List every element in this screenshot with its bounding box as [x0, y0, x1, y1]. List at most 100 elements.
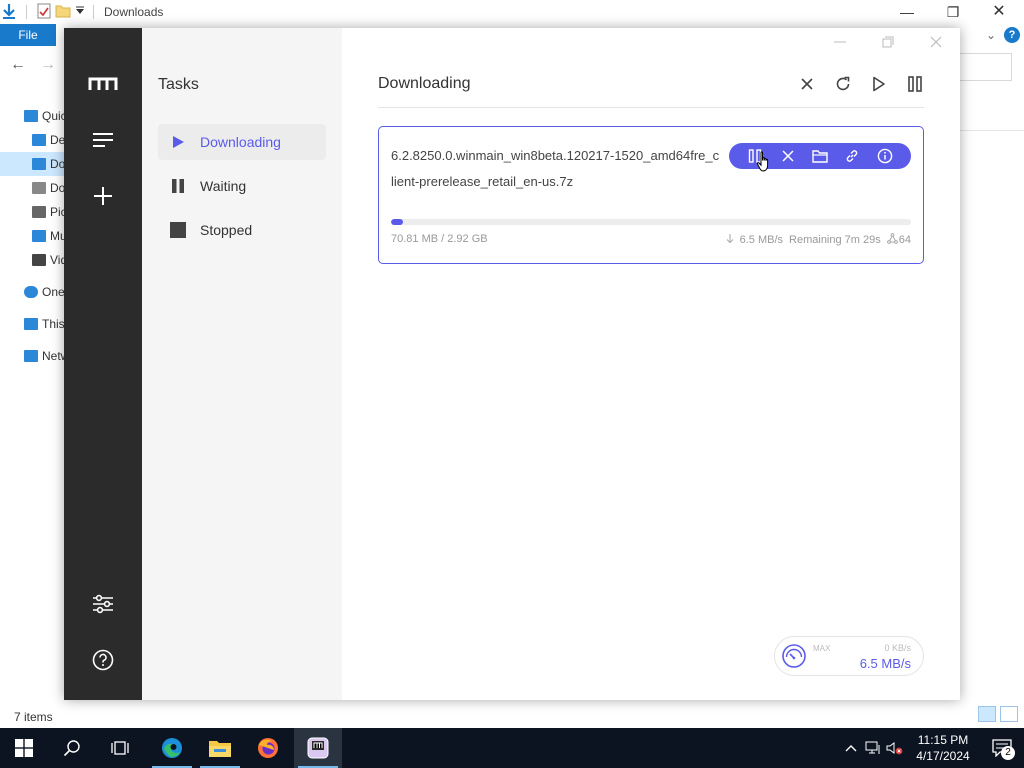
task-view-icon	[111, 741, 129, 755]
expand-ribbon-icon[interactable]: ⌄	[986, 28, 996, 42]
task-progress-bar	[391, 219, 911, 225]
stop-icon	[170, 222, 186, 238]
tree-item[interactable]: Quick access	[0, 104, 64, 128]
task-list-actions	[798, 72, 924, 96]
menu-icon[interactable]	[87, 124, 119, 156]
task-item[interactable]: 6.2.8250.0.winmain_win8beta.120217-1520_…	[378, 126, 924, 264]
task-subnav: Tasks Downloading Waiting Stopped	[142, 28, 342, 700]
action-center-button[interactable]: 2	[980, 728, 1024, 768]
subnav-item-stopped[interactable]: Stopped	[158, 212, 326, 248]
tree-item[interactable]: OneDrive	[0, 280, 64, 304]
upload-speed: 0 KB/s	[884, 643, 911, 653]
large-icons-view-button[interactable]	[1000, 706, 1018, 722]
explorer-minimize-button[interactable]: —	[884, 2, 930, 22]
motrix-taskbar-button[interactable]	[294, 728, 342, 768]
task-size: 70.81 MB / 2.92 GB	[391, 233, 488, 245]
speedometer-icon	[781, 643, 807, 674]
network-icon[interactable]	[862, 728, 884, 768]
forward-arrow-icon[interactable]: →	[40, 56, 56, 74]
clock[interactable]: 11:15 PM 4/17/2024	[906, 732, 980, 764]
subnav-item-waiting[interactable]: Waiting	[158, 168, 326, 204]
quick-access-toolbar	[0, 3, 98, 22]
computer-icon	[24, 318, 38, 330]
tree-item-label: Pictures	[50, 205, 64, 219]
subnav-title: Tasks	[158, 76, 199, 93]
customize-dropdown-icon[interactable]	[75, 5, 85, 19]
delete-all-icon[interactable]	[798, 72, 816, 96]
page-title: Downloading	[378, 75, 471, 92]
start-button[interactable]	[0, 728, 48, 768]
help-icon[interactable]	[87, 644, 119, 676]
desktop-folder-icon	[32, 134, 46, 146]
motrix-app-icon	[307, 737, 329, 759]
tree-item-label: This PC	[42, 317, 64, 331]
task-file-name: 6.2.8250.0.winmain_win8beta.120217-1520_…	[391, 148, 720, 189]
task-info-icon[interactable]	[876, 147, 894, 165]
tree-item[interactable]: Desktop	[0, 128, 64, 152]
copy-link-icon[interactable]	[843, 147, 861, 165]
edge-taskbar-button[interactable]	[148, 728, 196, 768]
explorer-title: Downloads	[104, 5, 164, 19]
header-divider	[378, 107, 924, 108]
network-icon	[24, 350, 38, 362]
pause-all-icon[interactable]	[906, 72, 924, 96]
connections-icon	[886, 233, 898, 247]
task-progress-fill	[391, 219, 404, 225]
back-arrow-icon[interactable]: ←	[10, 56, 26, 74]
tree-item-label: Documents	[50, 181, 64, 195]
clock-time: 11:15 PM	[917, 733, 969, 747]
help-icon[interactable]: ?	[1004, 27, 1020, 43]
subnav-item-downloading[interactable]: Downloading	[158, 124, 326, 160]
explorer-restore-button[interactable]: ❐	[930, 2, 976, 22]
file-explorer-taskbar-button[interactable]	[196, 728, 244, 768]
search-box[interactable]	[960, 53, 1012, 81]
folder-icon	[209, 741, 231, 757]
clock-date: 4/17/2024	[916, 749, 970, 763]
maximize-button[interactable]	[872, 30, 904, 54]
tree-item-label: Videos	[50, 253, 64, 267]
windows-logo-icon	[15, 739, 33, 757]
tree-item[interactable]: Network	[0, 344, 64, 368]
resume-all-icon[interactable]	[870, 72, 888, 96]
refresh-icon[interactable]	[834, 72, 852, 96]
tree-item[interactable]: Videos	[0, 248, 64, 272]
volume-muted-icon[interactable]	[884, 728, 906, 768]
speedometer[interactable]: MAX 0 KB/s 6.5 MB/s	[774, 636, 924, 676]
tree-item-label: Music	[50, 229, 64, 243]
system-tray: 11:15 PM 4/17/2024 2	[840, 728, 1024, 768]
download-arrow-icon	[2, 3, 16, 22]
task-speed: 6.5 MB/s	[739, 234, 784, 246]
tree-item[interactable]: This PC	[0, 312, 64, 336]
details-view-button[interactable]	[978, 706, 996, 722]
documents-folder-icon	[32, 182, 46, 194]
close-button[interactable]	[920, 30, 952, 54]
hand-cursor-icon	[756, 151, 772, 178]
motrix-logo-icon[interactable]	[87, 68, 119, 100]
search-button[interactable]	[48, 728, 96, 768]
task-view-button[interactable]	[96, 728, 144, 768]
properties-icon[interactable]	[37, 3, 51, 22]
tree-item-label: Quick access	[42, 109, 64, 123]
explorer-close-button[interactable]: ✕	[976, 2, 1022, 22]
play-icon	[170, 134, 186, 150]
tree-item[interactable]: Pictures	[0, 200, 64, 224]
open-folder-icon[interactable]	[811, 147, 829, 165]
preferences-icon[interactable]	[87, 588, 119, 620]
firefox-taskbar-button[interactable]	[244, 728, 292, 768]
tree-item[interactable]: Documents	[0, 176, 64, 200]
delete-task-icon[interactable]	[779, 147, 797, 165]
new-folder-icon[interactable]	[55, 4, 71, 21]
show-hidden-icons-icon[interactable]	[840, 728, 862, 768]
edge-icon	[162, 738, 182, 758]
download-speed-icon	[726, 233, 734, 247]
task-connections: 64	[898, 234, 911, 246]
tree-item-label: OneDrive	[42, 285, 64, 299]
star-icon	[24, 110, 38, 122]
file-tab[interactable]: File	[0, 24, 56, 46]
add-task-icon[interactable]	[87, 180, 119, 212]
tree-item[interactable]: Downloads	[0, 152, 64, 176]
minimize-button[interactable]	[824, 30, 856, 54]
taskbar: 11:15 PM 4/17/2024 2	[0, 728, 1024, 768]
pictures-folder-icon	[32, 206, 46, 218]
tree-item[interactable]: Music	[0, 224, 64, 248]
